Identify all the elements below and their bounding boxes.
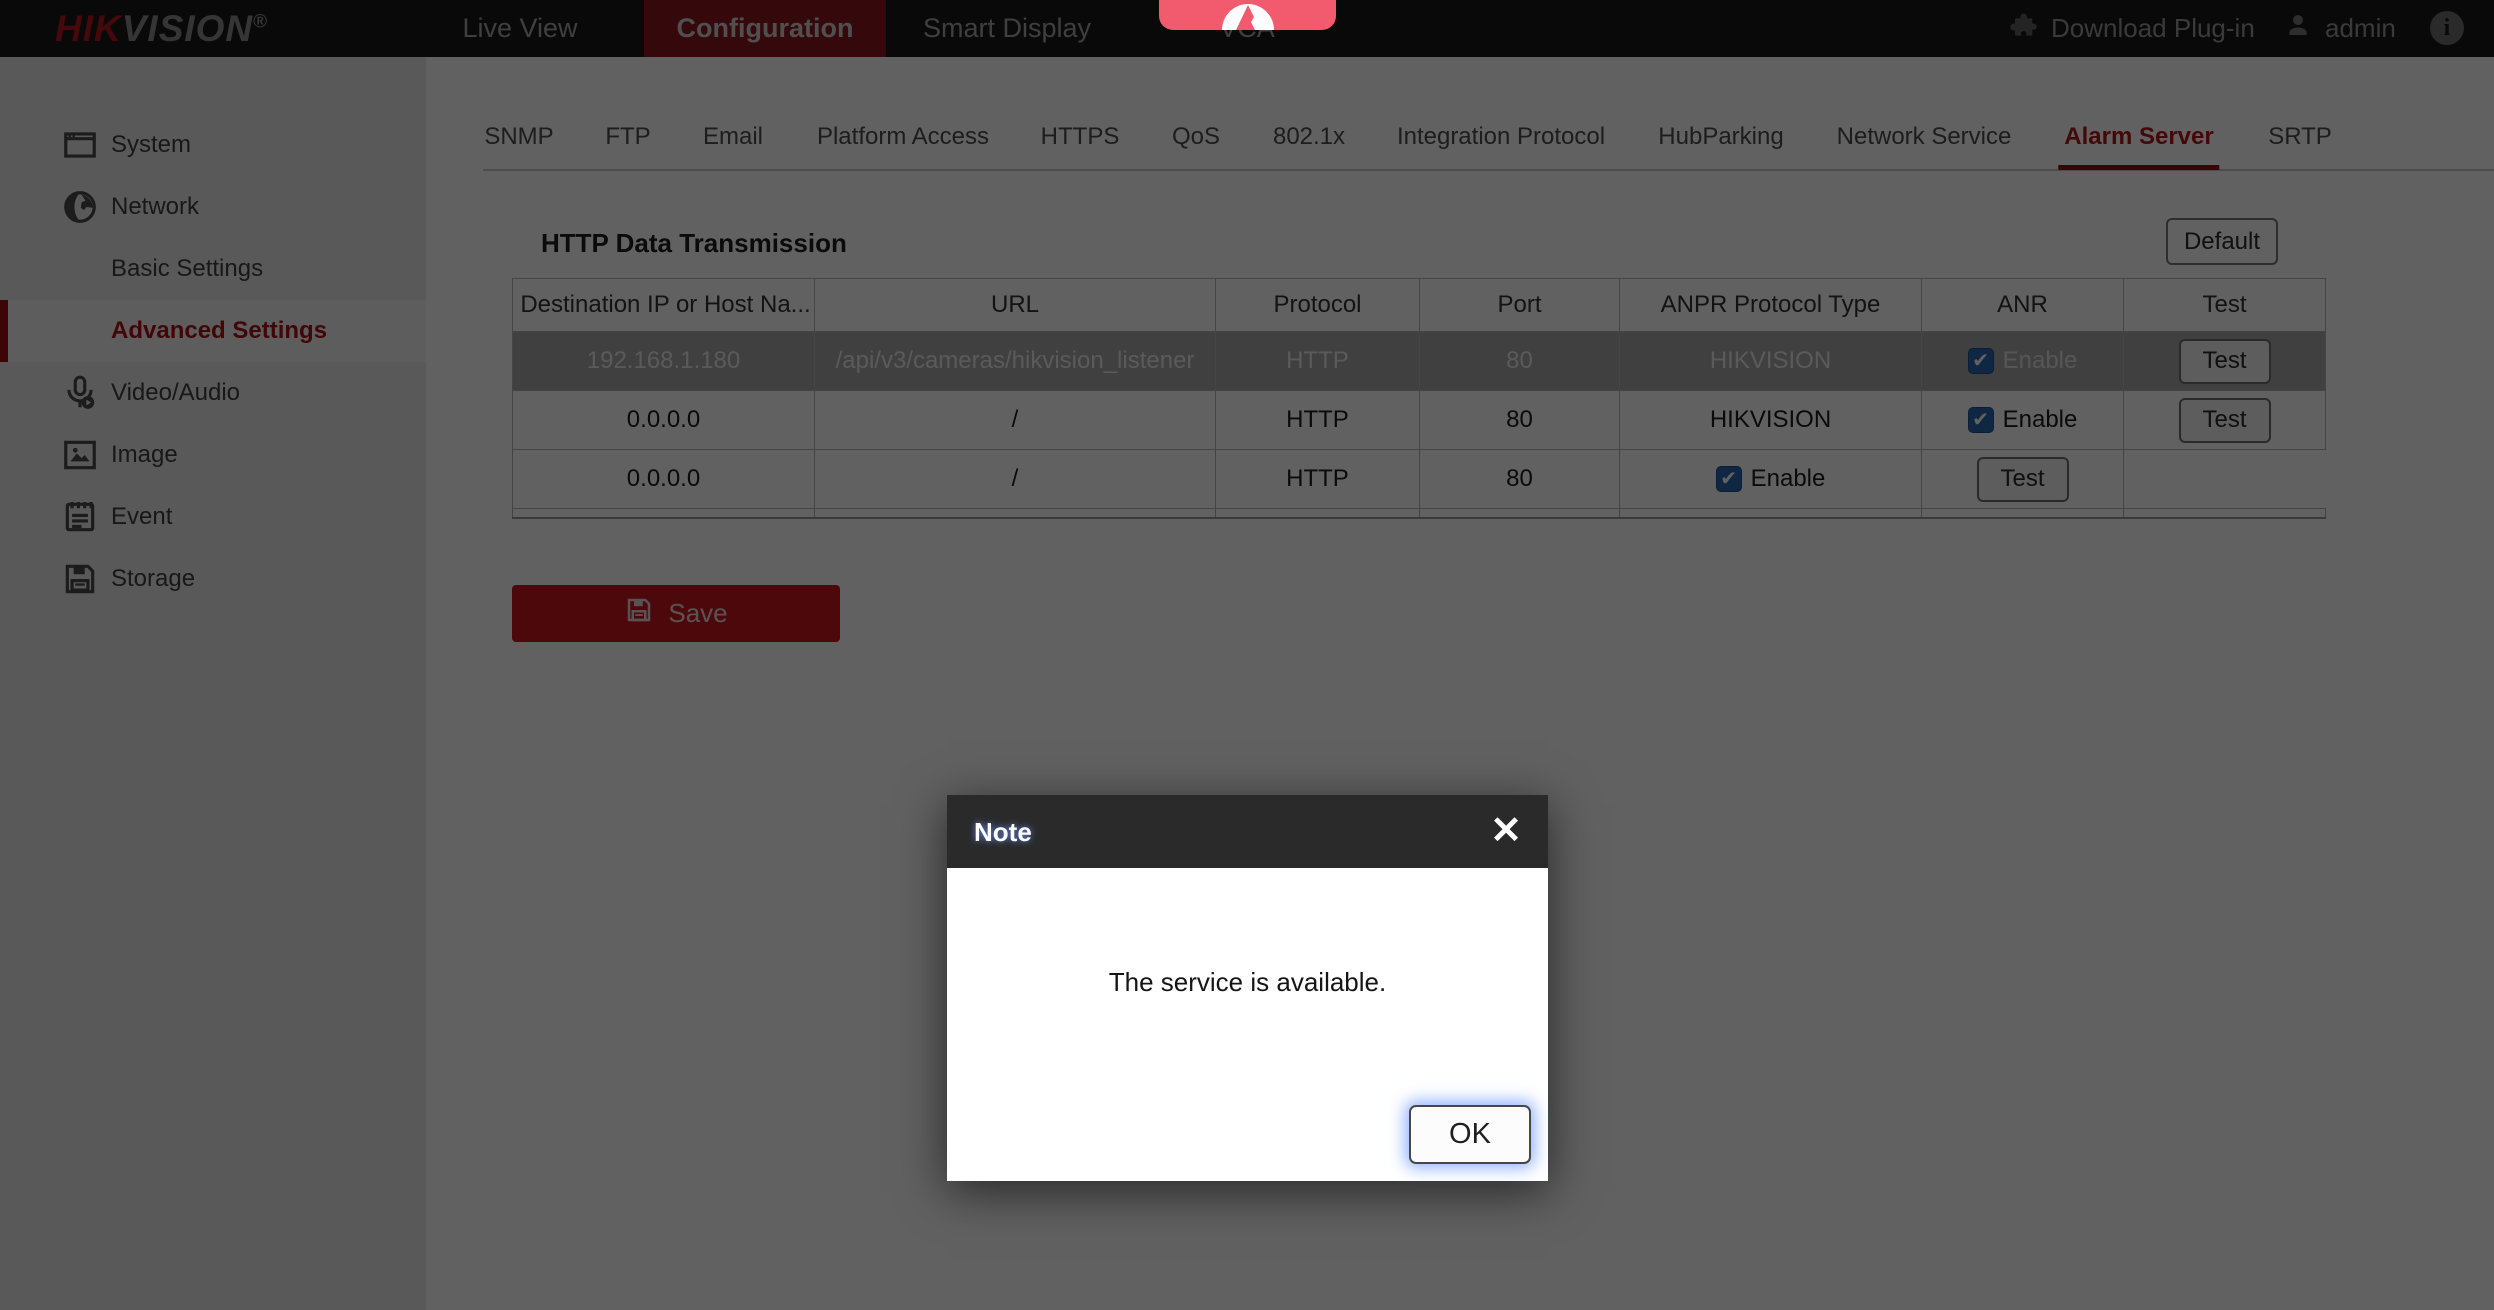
note-dialog-header: Note ✕ <box>947 795 1548 868</box>
note-dialog-message: The service is available. <box>947 967 1548 998</box>
ok-button[interactable]: OK <box>1409 1105 1531 1164</box>
note-dialog: Note ✕ The service is available. OK <box>947 795 1548 1181</box>
close-icon[interactable]: ✕ <box>1490 809 1522 853</box>
note-dialog-title: Note <box>974 817 1032 848</box>
plugin-popup-badge[interactable] <box>1159 0 1336 30</box>
mountain-icon <box>1216 0 1280 30</box>
